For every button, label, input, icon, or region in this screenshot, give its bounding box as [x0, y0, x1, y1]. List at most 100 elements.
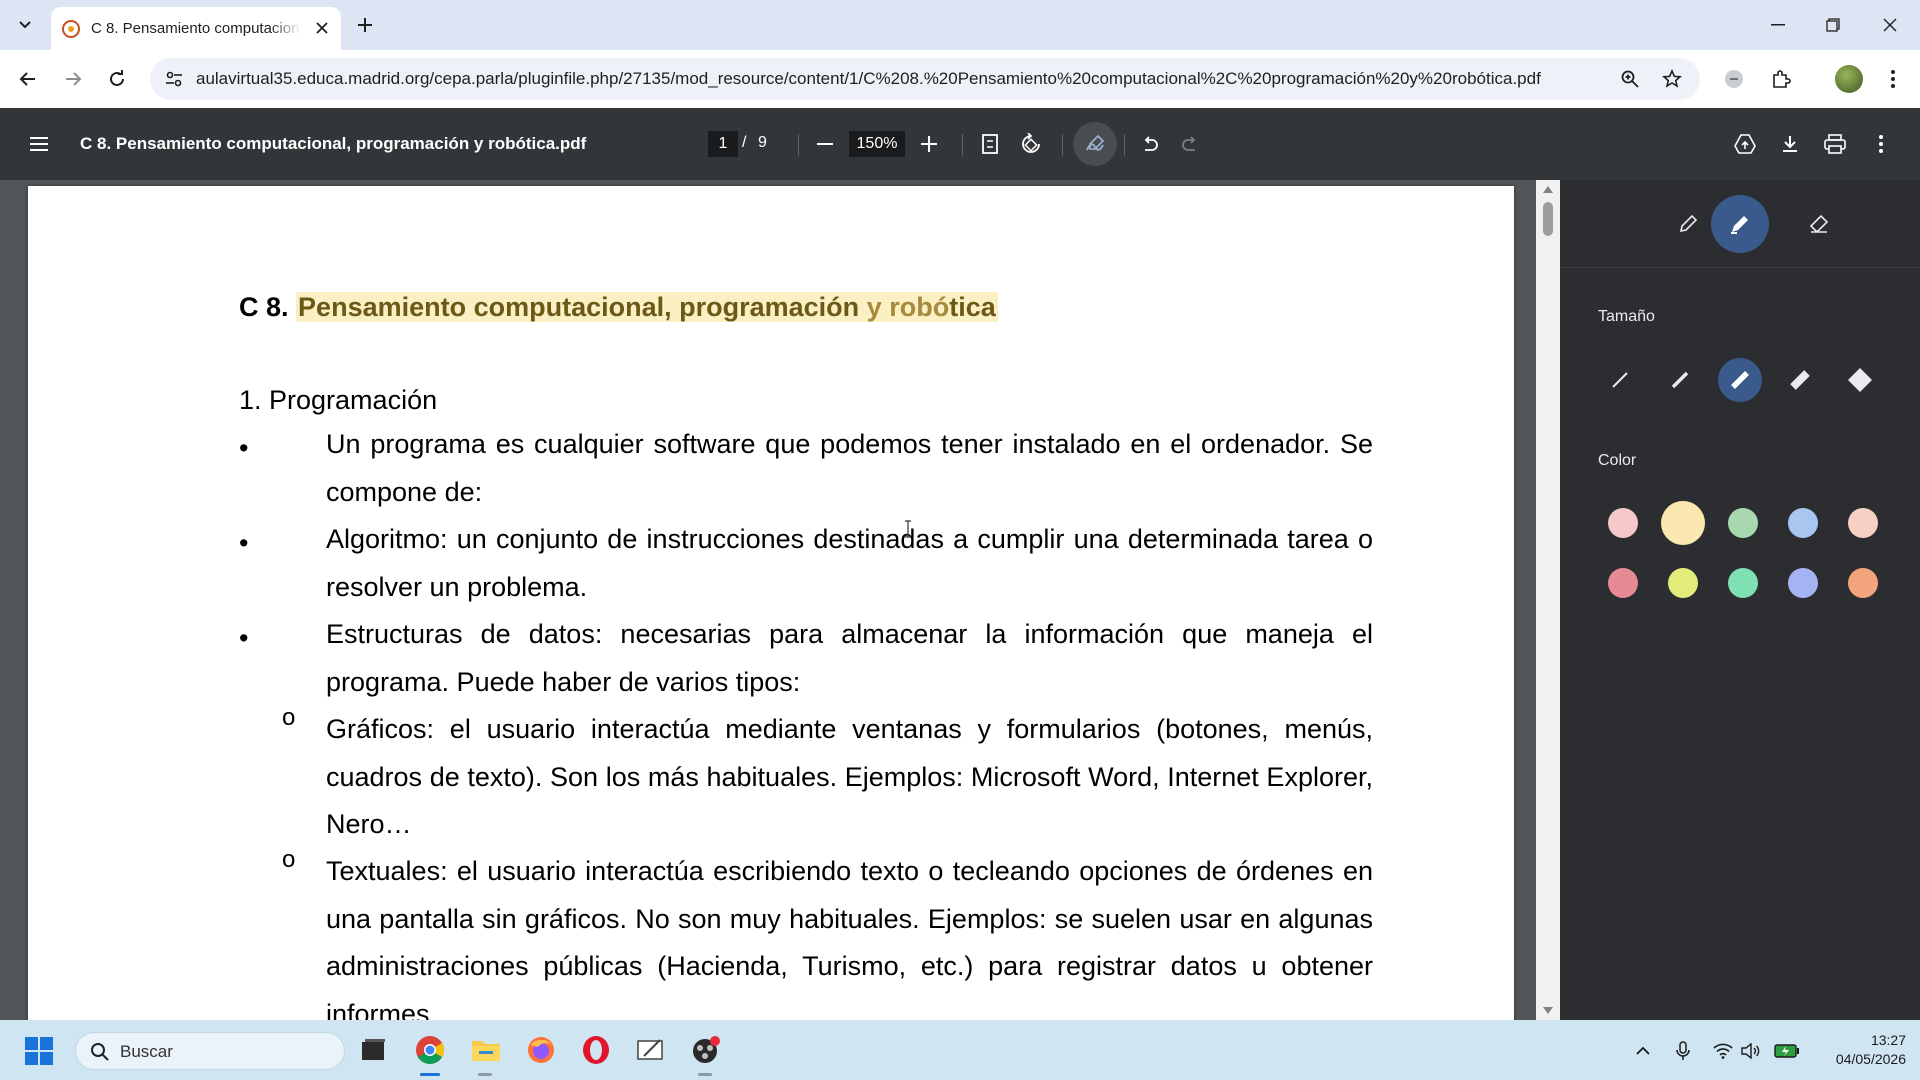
- scroll-down-icon[interactable]: [1542, 1006, 1554, 1016]
- browser-tab-active[interactable]: C 8. Pensamiento computacional, programa…: [51, 7, 341, 50]
- color-swatch[interactable]: [1848, 508, 1878, 538]
- opera-icon: [583, 1036, 609, 1064]
- zoom-indicator-button[interactable]: [1618, 67, 1642, 91]
- eraser-tool-button[interactable]: [1790, 195, 1848, 253]
- title-prefix: C 8.: [239, 292, 289, 322]
- url-text[interactable]: aulavirtual35.educa.madrid.org/cepa.parl…: [196, 69, 1586, 89]
- color-swatch[interactable]: [1788, 568, 1818, 598]
- zoom-out-button[interactable]: [811, 130, 839, 158]
- taskbar-app-whiteboard[interactable]: [635, 1034, 667, 1066]
- battery-button[interactable]: [1773, 1040, 1801, 1062]
- taskbar-app-file-explorer[interactable]: [470, 1034, 502, 1066]
- rotate-icon: [1022, 133, 1040, 153]
- show-hidden-icons-button[interactable]: [1632, 1040, 1654, 1062]
- undo-button[interactable]: [1136, 130, 1164, 158]
- size-option-4[interactable]: [1778, 358, 1822, 402]
- arrow-left-icon: [19, 72, 35, 86]
- windows-start-icon[interactable]: [24, 1036, 54, 1066]
- pdf-more-button[interactable]: [1867, 130, 1895, 158]
- highlighter-tool-button[interactable]: [1711, 195, 1769, 253]
- save-to-drive-button[interactable]: [1731, 130, 1759, 158]
- zoom-in-button[interactable]: [915, 130, 943, 158]
- task-view-icon: [362, 1039, 385, 1060]
- divider: [1124, 134, 1125, 156]
- reload-button[interactable]: [102, 64, 132, 94]
- brush-size-icon: [1848, 368, 1872, 392]
- size-option-2[interactable]: [1658, 358, 1702, 402]
- close-window-button[interactable]: [1877, 12, 1903, 38]
- close-tab-button[interactable]: [313, 19, 331, 37]
- annotate-mode-button[interactable]: [1073, 122, 1117, 166]
- pdf-sidebar-toggle[interactable]: [25, 131, 53, 157]
- volume-button[interactable]: [1740, 1040, 1762, 1062]
- pen-tool-button[interactable]: [1659, 195, 1717, 253]
- download-button[interactable]: [1776, 130, 1804, 158]
- annotation-tool-row: [1560, 180, 1920, 268]
- size-option-3[interactable]: [1718, 358, 1762, 402]
- size-option-5[interactable]: [1838, 358, 1882, 402]
- brush-size-icon: [1731, 371, 1749, 389]
- draw-icon: [1086, 134, 1105, 151]
- sub-list-item: Textuales: el usuario interactúa escribi…: [326, 856, 1373, 1020]
- tab-title: C 8. Pensamiento computacional, programa…: [91, 20, 301, 37]
- pdf-viewport[interactable]: C 8. Pensamiento computacional, programa…: [0, 180, 1560, 1020]
- address-bar[interactable]: aulavirtual35.educa.madrid.org/cepa.parl…: [150, 58, 1700, 100]
- fit-page-button[interactable]: [976, 130, 1004, 158]
- network-button[interactable]: [1712, 1040, 1734, 1062]
- color-swatch[interactable]: [1728, 568, 1758, 598]
- size-option-1[interactable]: [1598, 358, 1642, 402]
- scroll-up-icon[interactable]: [1542, 184, 1554, 194]
- page-total: 9: [758, 134, 767, 151]
- tab-search-button[interactable]: [10, 12, 40, 38]
- taskbar-app-opera[interactable]: [580, 1034, 612, 1066]
- menu-icon: [30, 137, 48, 151]
- profile-avatar[interactable]: [1835, 65, 1863, 93]
- divider: [1062, 134, 1063, 156]
- vertical-scrollbar[interactable]: [1536, 180, 1560, 1020]
- sub-bullet-marker: o: [282, 846, 296, 873]
- zoom-level-input[interactable]: 150%: [849, 131, 905, 157]
- back-button[interactable]: [13, 64, 43, 94]
- color-swatch[interactable]: [1608, 568, 1638, 598]
- taskbar-app-davinci[interactable]: [690, 1034, 722, 1066]
- color-swatch[interactable]: [1848, 568, 1878, 598]
- color-swatch[interactable]: [1788, 508, 1818, 538]
- extensions-menu-button[interactable]: [1768, 66, 1794, 92]
- restore-window-button[interactable]: [1820, 12, 1846, 38]
- minimize-window-button[interactable]: [1765, 12, 1791, 38]
- minus-icon: [817, 143, 833, 145]
- new-tab-button[interactable]: [353, 13, 377, 37]
- clock-date: 04/05/2026: [1835, 1051, 1906, 1067]
- color-swatch[interactable]: [1608, 508, 1638, 538]
- rotate-button[interactable]: [1017, 130, 1045, 158]
- arrow-right-icon: [66, 72, 82, 86]
- page-number-input[interactable]: 1: [708, 131, 738, 157]
- folder-icon: [472, 1041, 500, 1061]
- color-swatch-selected[interactable]: [1661, 501, 1705, 545]
- plus-icon: [921, 136, 937, 152]
- microphone-icon: [1676, 1041, 1690, 1060]
- bookmark-button[interactable]: [1660, 67, 1684, 91]
- taskbar-search-box[interactable]: Buscar: [75, 1032, 345, 1070]
- print-button[interactable]: [1821, 130, 1849, 158]
- divider: [798, 134, 799, 156]
- forward-button[interactable]: [58, 64, 88, 94]
- taskbar-app-task-view[interactable]: [358, 1034, 390, 1066]
- browser-menu-button[interactable]: [1880, 66, 1906, 92]
- more-vert-icon: [1879, 135, 1883, 153]
- extension-button[interactable]: [1721, 66, 1747, 92]
- scrollbar-thumb[interactable]: [1543, 202, 1553, 236]
- site-info-button[interactable]: [162, 67, 186, 91]
- redo-button[interactable]: [1176, 130, 1204, 158]
- whiteboard-icon: [637, 1039, 663, 1060]
- microphone-button[interactable]: [1672, 1040, 1694, 1062]
- system-clock[interactable]: 13:27 04/05/2026: [1806, 1031, 1906, 1069]
- color-swatch[interactable]: [1668, 568, 1698, 598]
- taskbar-app-chrome[interactable]: [414, 1034, 446, 1066]
- browser-tab-bar: C 8. Pensamiento computacional, programa…: [0, 0, 1920, 50]
- taskbar-app-firefox[interactable]: [525, 1034, 557, 1066]
- wifi-icon: [1713, 1043, 1733, 1059]
- bullet-marker: •: [239, 623, 249, 653]
- color-swatch[interactable]: [1728, 508, 1758, 538]
- star-icon: [1662, 69, 1682, 88]
